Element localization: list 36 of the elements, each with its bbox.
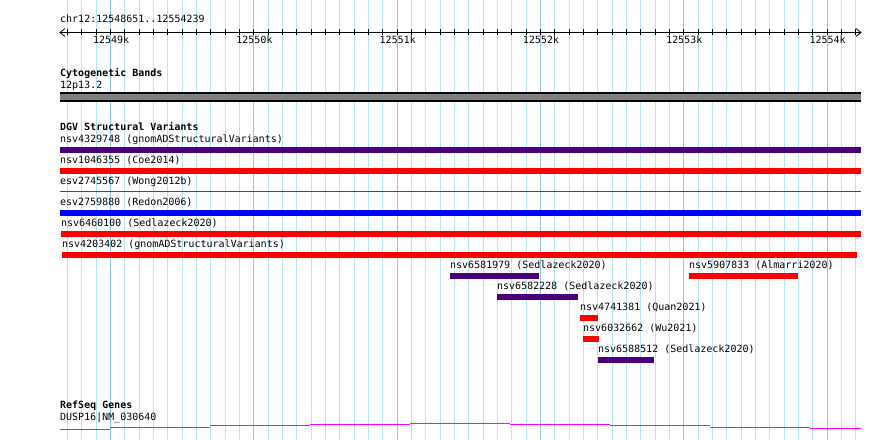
variant-bar[interactable] — [60, 147, 861, 153]
ruler-tick-label: 12550k — [236, 35, 272, 47]
feature-label: nsv4741381 (Quan2021) — [580, 302, 706, 314]
track-title: DGV Structural Variants — [60, 122, 198, 134]
ruler-tick-label: 12549k — [92, 35, 130, 47]
feature-label: nsv6581979 (Sedlazeck2020) — [450, 260, 607, 272]
feature-label: DUSP16|NM_030640 — [60, 412, 156, 424]
ruler-tick-label: 12551k — [380, 35, 416, 47]
feature-label: nsv6588512 (Sedlazeck2020) — [598, 344, 755, 356]
variant-bar[interactable] — [689, 273, 798, 279]
variant-bar[interactable] — [580, 315, 598, 321]
track-title: Cytogenetic Bands — [60, 68, 162, 80]
variant-bar[interactable] — [497, 294, 578, 300]
feature-label: esv2745567 (Wong2012b) — [60, 176, 192, 188]
feature-label: 12p13.2 — [60, 80, 102, 92]
feature-label: nsv1046355 (Coe2014) — [60, 155, 180, 167]
feature-label: nsv4329748 (gnomADStructuralVariants) — [60, 134, 283, 146]
variant-bar[interactable] — [60, 210, 861, 216]
variant-bar[interactable] — [60, 168, 861, 174]
variant-bar[interactable] — [598, 357, 654, 363]
feature-label: nsv4203402 (gnomADStructuralVariants) — [62, 239, 285, 251]
variant-bar[interactable] — [62, 252, 857, 258]
ruler-tick-label: 12552k — [522, 35, 559, 47]
feature-label: nsv6460100 (Sedlazeck2020) — [61, 218, 218, 230]
feature-label: nsv6582228 (Sedlazeck2020) — [497, 281, 654, 293]
variant-bar[interactable] — [583, 336, 599, 342]
feature-label: nsv6032662 (Wu2021) — [583, 323, 698, 335]
region-label: chr12:12548651..12554239 — [60, 14, 204, 26]
variant-bar[interactable] — [61, 231, 861, 237]
feature-label: esv2759880 (Redon2006) — [60, 197, 192, 209]
gene-model-drawing[interactable] — [60, 423, 862, 430]
ruler-tick-label: 12554k — [809, 35, 846, 47]
track-title: RefSeq Genes — [60, 400, 132, 412]
ruler-tick-label: 12553k — [666, 35, 702, 47]
feature-label: nsv5907833 (Almarri2020) — [689, 260, 834, 272]
variant-bar[interactable] — [450, 273, 539, 279]
